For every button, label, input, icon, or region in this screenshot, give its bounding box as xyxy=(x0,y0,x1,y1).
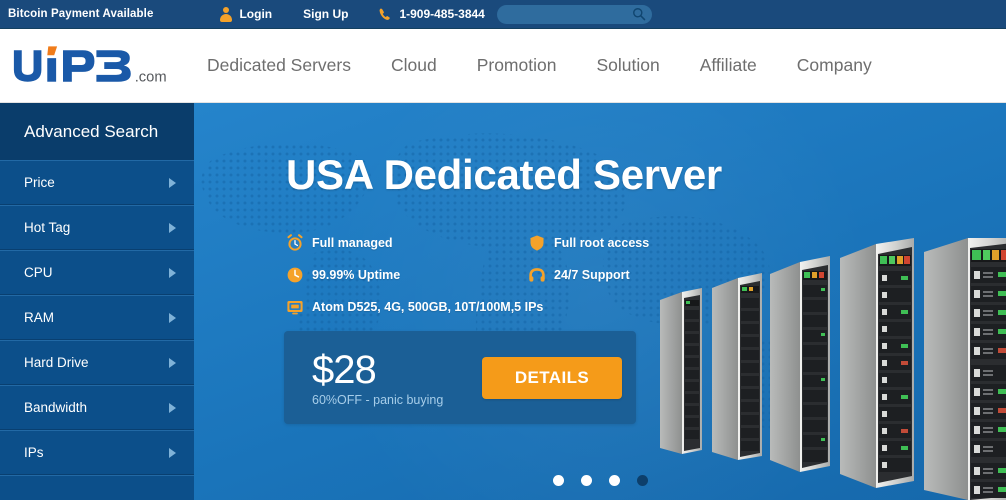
hero-title: USA Dedicated Server xyxy=(286,151,722,198)
phone-info[interactable]: 1-909-485-3844 xyxy=(378,7,485,22)
login-link[interactable]: Login xyxy=(219,6,273,22)
sidebar-header: Advanced Search xyxy=(0,103,194,160)
alarm-clock-icon xyxy=(286,234,304,252)
sidebar-filler-row xyxy=(0,475,194,500)
feature-specs: Atom D525, 4G, 500GB, 10T/100M,5 IPs xyxy=(286,298,543,316)
sidebar-item-label: IPs xyxy=(24,445,44,460)
nav-item-promotion[interactable]: Promotion xyxy=(457,55,577,76)
feature-row: Atom D525, 4G, 500GB, 10T/100M,5 IPs xyxy=(286,291,686,323)
sidebar-item-label: RAM xyxy=(24,310,54,325)
carousel-dot-1[interactable] xyxy=(552,475,564,486)
sidebar-item-label: Hard Drive xyxy=(24,355,89,370)
carousel-dot-4[interactable] xyxy=(636,475,648,486)
feature-list: Full managed Full root access 99.99% Upt… xyxy=(286,227,686,323)
server-rack-illustration xyxy=(660,238,1006,500)
monitor-icon xyxy=(286,298,304,316)
login-label: Login xyxy=(239,7,273,21)
search-input[interactable] xyxy=(496,5,652,24)
sidebar-item-ram[interactable]: RAM xyxy=(0,295,194,340)
sidebar-item-bandwidth[interactable]: Bandwidth xyxy=(0,385,194,430)
user-icon xyxy=(219,6,233,22)
carousel-dots xyxy=(194,475,1006,486)
clock-icon xyxy=(286,266,304,284)
price-card: $28 60%OFF - panic buying DETAILS xyxy=(284,331,636,424)
feature-row: 99.99% Uptime 24/7 Support xyxy=(286,259,686,291)
feature-row: Full managed Full root access xyxy=(286,227,686,259)
site-logo[interactable]: .com xyxy=(8,40,173,92)
chevron-right-icon xyxy=(169,312,176,323)
sidebar-item-label: Bandwidth xyxy=(24,400,88,415)
feature-label: Full root access xyxy=(554,236,650,250)
sidebar-item-cpu[interactable]: CPU xyxy=(0,250,194,295)
hero-banner: USA Dedicated Server Full managed Full r… xyxy=(194,103,1006,500)
feature-support: 24/7 Support xyxy=(528,266,630,284)
sidebar-item-label: Hot Tag xyxy=(24,220,71,235)
sidebar-item-ips[interactable]: IPs xyxy=(0,430,194,475)
phone-number: 1-909-485-3844 xyxy=(399,7,485,21)
price-amount: $28 xyxy=(312,348,377,392)
server-rack xyxy=(712,273,762,460)
sidebar-item-hot-tag[interactable]: Hot Tag xyxy=(0,205,194,250)
price-subtext: 60%OFF - panic buying xyxy=(312,393,444,407)
chevron-right-icon xyxy=(169,402,176,413)
nav-item-company[interactable]: Company xyxy=(777,55,892,76)
feature-full-managed: Full managed xyxy=(286,234,528,252)
headset-icon xyxy=(528,266,546,284)
bitcoin-promo-text: Bitcoin Payment Available xyxy=(8,8,154,20)
advanced-search-sidebar: Advanced Search Price Hot Tag CPU RAM Ha… xyxy=(0,103,194,500)
price-column: $28 60%OFF - panic buying xyxy=(312,348,482,407)
nav-items: Dedicated Servers Cloud Promotion Soluti… xyxy=(187,55,892,76)
sidebar-item-hard-drive[interactable]: Hard Drive xyxy=(0,340,194,385)
svg-text:.com: .com xyxy=(135,69,167,85)
feature-label: 99.99% Uptime xyxy=(312,268,401,282)
chevron-right-icon xyxy=(169,447,176,458)
carousel-dot-2[interactable] xyxy=(580,475,592,486)
search-box xyxy=(496,5,652,24)
server-rack xyxy=(840,238,914,488)
feature-full-root-access: Full root access xyxy=(528,234,649,252)
server-rack xyxy=(924,238,1006,500)
carousel-dot-3[interactable] xyxy=(608,475,620,486)
sidebar-item-label: CPU xyxy=(24,265,53,280)
feature-label: Full managed xyxy=(312,236,393,250)
feature-uptime: 99.99% Uptime xyxy=(286,266,528,284)
signup-link[interactable]: Sign Up xyxy=(303,7,348,21)
feature-label: Atom D525, 4G, 500GB, 10T/100M,5 IPs xyxy=(312,300,544,314)
server-rack xyxy=(660,288,702,454)
feature-label: 24/7 Support xyxy=(554,268,630,282)
search-icon[interactable] xyxy=(632,7,646,21)
chevron-right-icon xyxy=(169,267,176,278)
nav-item-cloud[interactable]: Cloud xyxy=(371,55,457,76)
nav-item-solution[interactable]: Solution xyxy=(576,55,679,76)
chevron-right-icon xyxy=(169,177,176,188)
chevron-right-icon xyxy=(169,357,176,368)
server-rack xyxy=(770,256,830,472)
sidebar-item-label: Price xyxy=(24,175,55,190)
page-root: Bitcoin Payment Available Login Sign Up … xyxy=(0,0,1006,500)
nav-item-affiliate[interactable]: Affiliate xyxy=(680,55,777,76)
shield-icon xyxy=(528,234,546,252)
sidebar-item-price[interactable]: Price xyxy=(0,160,194,205)
top-utility-bar: Bitcoin Payment Available Login Sign Up … xyxy=(0,0,1006,29)
chevron-right-icon xyxy=(169,222,176,233)
nav-item-dedicated-servers[interactable]: Dedicated Servers xyxy=(187,55,371,76)
signup-label: Sign Up xyxy=(303,7,349,21)
phone-icon xyxy=(378,7,393,22)
details-button[interactable]: DETAILS xyxy=(482,356,622,399)
main-navbar: .com Dedicated Servers Cloud Promotion S… xyxy=(0,29,1006,103)
